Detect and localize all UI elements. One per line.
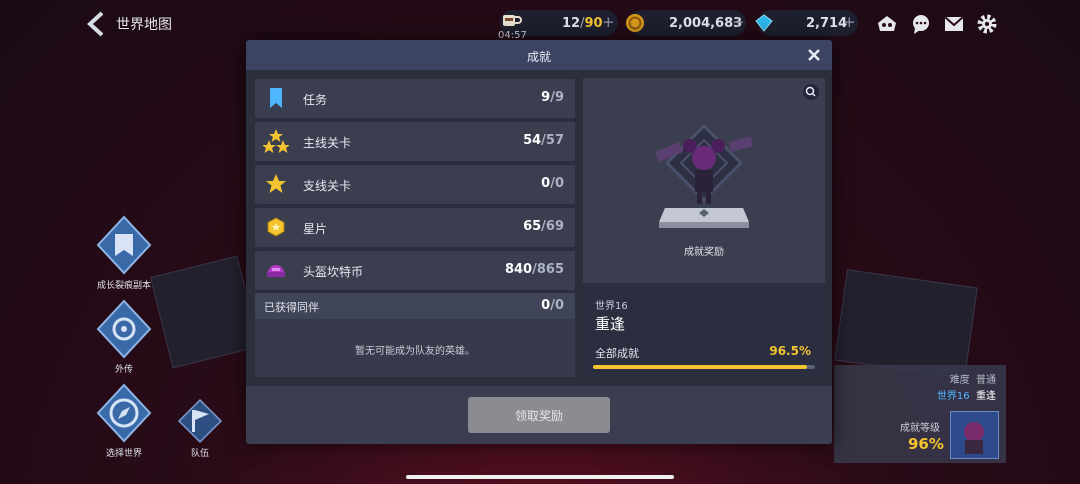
modal-header: 成就 xyxy=(246,40,832,70)
reward-label: 成就奖励 xyxy=(684,247,724,258)
achievement-row-star-pieces: 星片 65/69 xyxy=(255,208,575,247)
back-arrow-icon[interactable] xyxy=(84,10,108,38)
chat-icon[interactable] xyxy=(910,13,932,35)
home-indicator[interactable] xyxy=(406,475,674,479)
mail-icon[interactable] xyxy=(943,13,965,35)
difficulty-text: 难度 普通 xyxy=(949,375,996,386)
gold-plus-button[interactable]: + xyxy=(732,13,745,31)
achievement-progress-fill xyxy=(593,365,808,369)
modal-footer: 领取奖励 xyxy=(246,386,832,444)
achievement-rank-label: 成就等级 xyxy=(900,423,940,434)
team-button[interactable]: 队伍 xyxy=(172,398,228,459)
gold-coin-icon xyxy=(626,14,644,32)
achievement-row-quests: 任务 9/9 xyxy=(255,79,575,118)
team-label: 队伍 xyxy=(190,449,209,459)
stamina-value: 12/90 xyxy=(562,16,603,31)
settings-gear-icon[interactable] xyxy=(976,13,998,35)
companion-count: 0/0 xyxy=(541,298,564,313)
side-story-icon xyxy=(96,299,152,359)
companion-label: 已获得同伴 xyxy=(264,301,319,314)
modal-title: 成就 xyxy=(526,50,551,64)
world-name: 重逢 xyxy=(595,315,626,333)
achievement-progress-bar xyxy=(593,365,815,369)
achievement-row-helmet-coins: 头盔坎特币 840/865 xyxy=(255,251,575,290)
overall-achievement-percent: 96.5% xyxy=(769,344,811,358)
companion-empty-text: 暂无可能成为队友的英雄。 xyxy=(355,346,475,357)
bookmark-icon xyxy=(270,88,282,108)
gems-value: 2,714 xyxy=(806,16,848,31)
growth-rift-dungeon-button[interactable]: 成长裂痕副本 xyxy=(88,214,160,291)
star-piece-icon xyxy=(267,217,285,237)
close-icon[interactable] xyxy=(804,45,824,65)
coffee-icon xyxy=(503,15,522,26)
growth-rift-label: 成长裂痕副本 xyxy=(96,281,151,291)
companion-section: 已获得同伴 0/0 暂无可能成为队友的英雄。 xyxy=(255,293,575,377)
achievement-row-side-stages: 支线关卡 0/0 xyxy=(255,165,575,204)
world-map-title[interactable]: 世界地图 xyxy=(116,14,172,34)
three-stars-icon xyxy=(263,129,289,153)
side-story-button[interactable]: 外传 xyxy=(90,298,158,375)
zoom-button[interactable] xyxy=(803,84,819,100)
stamina-plus-button[interactable]: + xyxy=(602,13,615,31)
companion-header: 已获得同伴 0/0 xyxy=(255,293,575,319)
star-icon xyxy=(266,174,286,193)
reward-progress-section: 世界16 重逢 全部成就 96.5% xyxy=(583,283,825,378)
compass-icon xyxy=(96,383,152,443)
background-block xyxy=(149,255,261,369)
select-world-label: 选择世界 xyxy=(105,449,142,459)
reward-panel: 成就奖励 世界16 重逢 全部成就 96.5% xyxy=(583,78,825,378)
achievement-rank-percent: 96% xyxy=(908,435,944,453)
hero-reward-figure xyxy=(655,123,753,228)
flag-icon xyxy=(177,398,223,444)
magnifier-icon xyxy=(805,86,816,97)
gems-plus-button[interactable]: + xyxy=(843,13,856,31)
overall-achievement-label: 全部成就 xyxy=(595,347,639,360)
helmet-coin-icon xyxy=(267,265,285,277)
world-info-card[interactable]: 难度 普通 世界16 重逢 成就等级 96% xyxy=(834,365,1006,463)
info-world-text: 世界16 重逢 xyxy=(936,391,996,402)
select-world-button[interactable]: 选择世界 xyxy=(90,382,158,459)
world-number: 世界16 xyxy=(595,301,628,312)
achievement-row-main-stages: 主线关卡 54/57 xyxy=(255,122,575,161)
achievement-modal: 成就 任务 9/9 主线关卡 54/57 支线关卡 0/0 星片 65/69 头… xyxy=(246,40,832,444)
guild-icon[interactable] xyxy=(876,13,898,35)
claim-reward-button[interactable]: 领取奖励 xyxy=(468,397,610,433)
side-story-label: 外传 xyxy=(114,365,133,375)
gem-icon xyxy=(755,14,773,32)
hero-thumbnail xyxy=(950,411,999,459)
growth-rift-icon xyxy=(96,215,152,275)
background-block xyxy=(834,269,978,379)
